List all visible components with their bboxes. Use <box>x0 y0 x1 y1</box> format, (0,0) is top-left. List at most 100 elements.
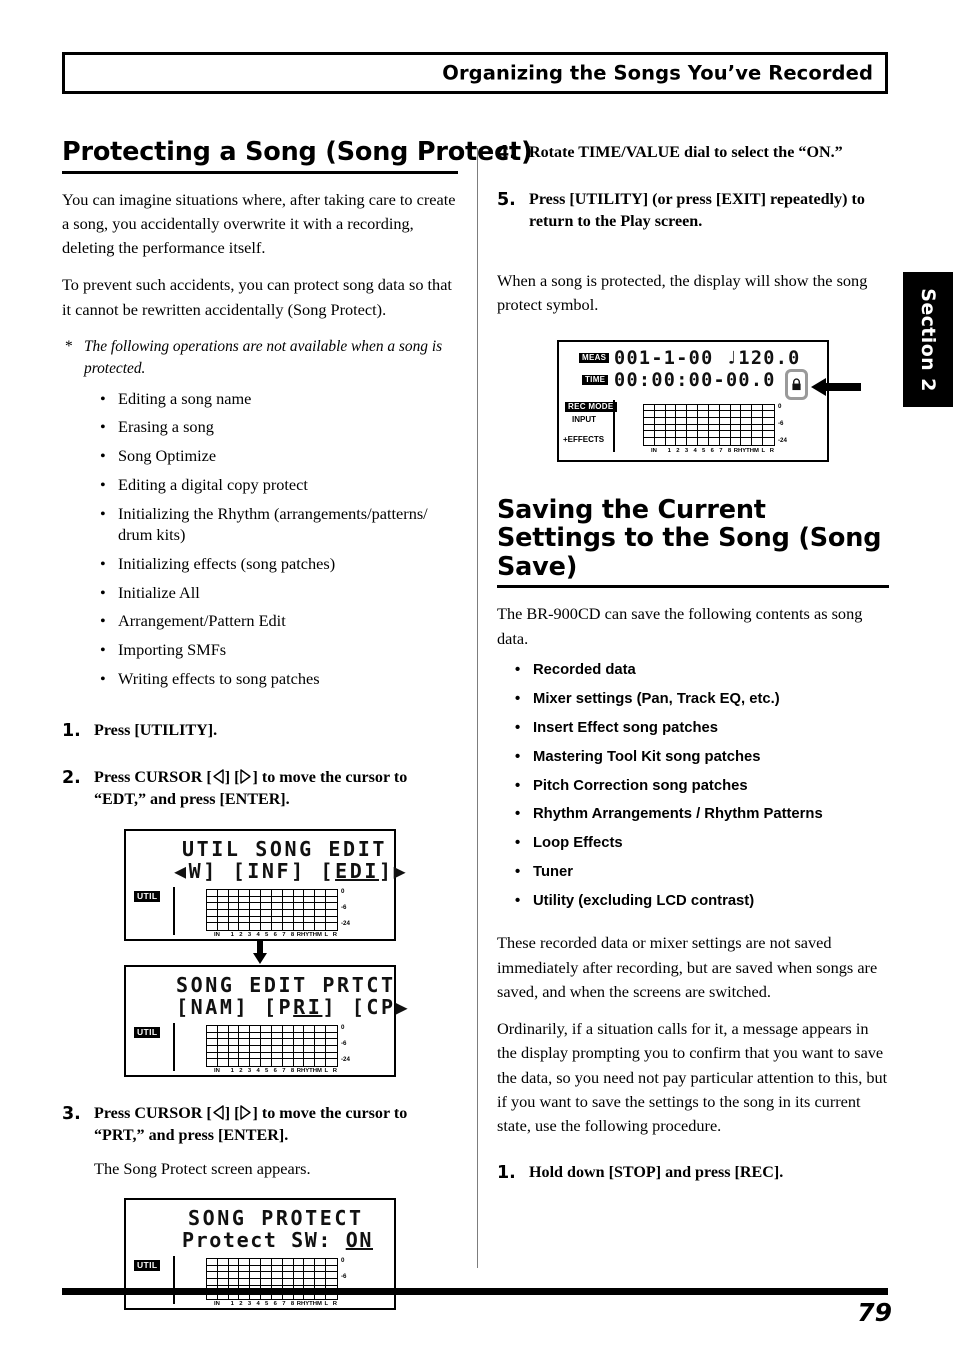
effects-label: +EFFECTS <box>563 434 605 444</box>
meter-cell <box>654 417 666 425</box>
meter-cell <box>250 923 262 931</box>
meter-scale-6: -6 <box>341 904 347 912</box>
meter-cell <box>239 903 251 911</box>
track-label: IN <box>651 447 657 454</box>
meter-cell <box>763 425 774 432</box>
meter-cell <box>217 896 229 904</box>
running-header: Organizing the Songs You’ve Recorded <box>62 52 888 94</box>
meter-cell <box>741 404 753 412</box>
step-text: Press [UTILITY] (or press [EXIT] repeate… <box>529 191 865 231</box>
meter-cell <box>698 424 709 432</box>
meter-cell <box>217 1032 229 1040</box>
meter-cell <box>708 411 720 418</box>
meter-cell <box>217 890 229 897</box>
meter-cell <box>752 431 764 438</box>
meter-cell <box>293 890 305 897</box>
list-item-label: Mixer settings (Pan, Track EQ, etc.) <box>533 690 780 707</box>
step-number: 4. <box>497 143 516 163</box>
track-label: RHYTHM <box>296 1300 322 1307</box>
lcd-line-2-prefix: ◀W] [INF] [ <box>174 859 336 884</box>
track-label: 8 <box>727 447 732 454</box>
meter-cell <box>644 424 655 432</box>
list-item-label: Erasing a song <box>118 417 214 437</box>
meter-cell <box>207 1052 218 1060</box>
meter-cell <box>315 923 327 931</box>
track-label: 6 <box>710 447 714 454</box>
meter-cell <box>207 1059 218 1067</box>
step-number: 3. <box>62 1104 81 1125</box>
meter-cell <box>271 1272 283 1279</box>
meter-cell <box>315 1032 327 1040</box>
track-labels: IN 1 2 3 4 5 6 7 8 RHYTHM L R <box>206 932 338 938</box>
track-label: 3 <box>247 1068 252 1075</box>
meter-cell <box>250 1258 262 1266</box>
meter-cell <box>326 910 337 917</box>
lcd-line-1: SONG EDIT PRTCT <box>176 973 396 998</box>
meter-cell <box>217 910 229 917</box>
track-label: 8 <box>290 1068 295 1075</box>
track-label: 2 <box>239 1300 243 1307</box>
meter-cell <box>228 1026 240 1033</box>
protect-symbol-paragraph: When a song is protected, the display wi… <box>497 271 868 315</box>
level-meter-grid <box>206 1025 338 1068</box>
list-item: • Mastering Tool Kit song patches <box>515 748 889 767</box>
meter-cell <box>282 896 294 904</box>
page-number: 79 <box>857 1298 892 1327</box>
meter-cell <box>217 1046 229 1053</box>
meter-scale-24: -24 <box>341 920 350 928</box>
lcd-line-2-prefix: Protect SW: <box>182 1227 346 1252</box>
meter-cell <box>228 903 240 911</box>
step-text: Press CURSOR [] [] to move the cursor to… <box>94 1103 458 1180</box>
bullet-icon: • <box>100 611 106 631</box>
meter-cell <box>261 1026 272 1033</box>
meter-cell <box>217 1026 229 1033</box>
lcd-screen-song-edit: UTIL SONG EDIT ◀W] [INF] [EDI]▶ UTIL 0 -… <box>124 829 406 942</box>
track-label: 5 <box>265 932 269 939</box>
meter-cell <box>304 1278 316 1286</box>
meter-cell <box>250 916 262 924</box>
meter-cell <box>239 916 251 924</box>
meter-cell <box>207 1039 218 1047</box>
bullet-icon: • <box>100 417 106 437</box>
meter-cell <box>665 424 677 432</box>
lcd-cursor-field: RI <box>293 995 323 1020</box>
meter-cell <box>676 437 688 445</box>
track-label: 3 <box>247 1300 252 1307</box>
lcd-screen-play: MEAS TIME 001-1-00 ♩120.0 00:00:00-00.0 … <box>557 339 861 462</box>
meter-cell <box>763 431 774 438</box>
meter-cell <box>207 1258 218 1266</box>
restriction-note: * The following operations are not avail… <box>62 336 458 381</box>
meter-cell <box>271 1046 283 1053</box>
meter-cell <box>207 903 218 911</box>
lcd-line-2-suffix: ]▶ <box>379 859 409 884</box>
list-item-label: Writing effects to song patches <box>118 669 320 689</box>
meter-cell <box>282 1032 294 1040</box>
meter-cell <box>261 1272 272 1279</box>
meter-cell <box>326 1053 337 1060</box>
restricted-operations-list: • Editing a song name • Erasing a song • So… <box>100 389 458 690</box>
saved-paragraph: These recorded data or mixer settings ar… <box>497 933 878 1001</box>
meter-cell <box>730 404 742 412</box>
bullet-icon: • <box>515 719 521 736</box>
meter-cell <box>250 1278 262 1286</box>
meter-cell <box>644 437 655 445</box>
bullet-icon: • <box>100 582 106 602</box>
meter-cell <box>228 890 240 897</box>
meter-cell <box>698 431 709 438</box>
track-label: R <box>769 447 774 454</box>
track-label: 2 <box>239 1068 243 1075</box>
intro-paragraph-1: You can imagine situations where, after … <box>62 189 456 258</box>
meter-cell <box>676 424 688 432</box>
meter-cell <box>304 1258 316 1266</box>
list-item-label: Song Optimize <box>118 446 217 466</box>
meter-cell <box>294 1059 305 1067</box>
meter-cell <box>644 404 655 412</box>
meter-cell <box>708 424 720 432</box>
track-label: 6 <box>273 932 277 939</box>
meter-cell <box>271 910 283 917</box>
meter-cell <box>698 411 709 418</box>
track-label: 4 <box>693 447 697 454</box>
meter-cell <box>293 910 305 917</box>
lcd-cursor-field: EDI <box>335 859 379 884</box>
bullet-icon: • <box>100 669 106 689</box>
